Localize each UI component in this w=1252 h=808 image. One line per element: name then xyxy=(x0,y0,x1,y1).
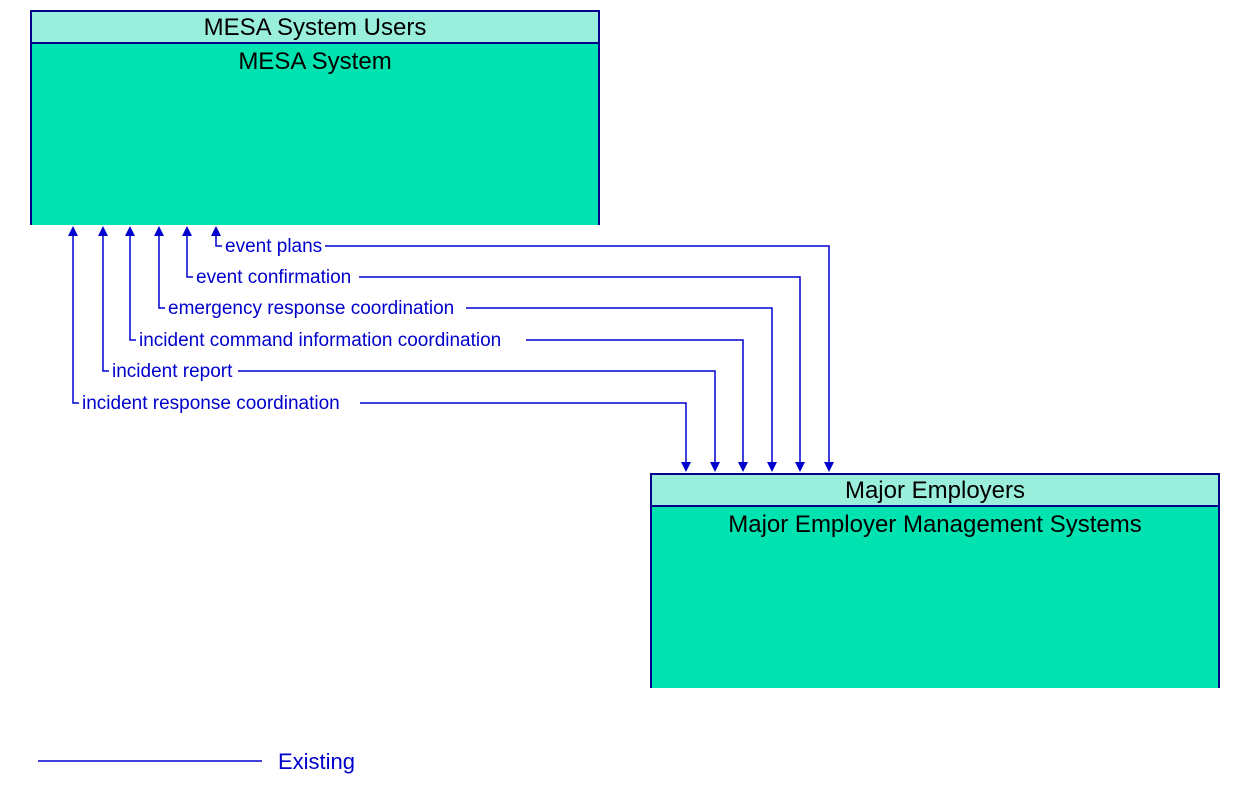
box-major-employer: Major Employers Major Employer Managemen… xyxy=(650,473,1220,688)
flow-label-event-plans: event plans xyxy=(225,236,322,258)
box-major-employer-header: Major Employers xyxy=(652,475,1218,507)
flow-label-event-confirmation: event confirmation xyxy=(196,267,351,289)
flow-label-incident-report: incident report xyxy=(112,361,232,383)
box-major-employer-body: Major Employer Management Systems xyxy=(652,507,1218,688)
flow-label-incident-command-information-coordination: incident command information coordinatio… xyxy=(139,330,501,352)
box-mesa-system-body: MESA System xyxy=(32,44,598,225)
box-mesa-system-header: MESA System Users xyxy=(32,12,598,44)
box-mesa-system: MESA System Users MESA System xyxy=(30,10,600,225)
flow-label-incident-response-coordination: incident response coordination xyxy=(82,393,340,415)
flow-label-emergency-response-coordination: emergency response coordination xyxy=(168,298,454,320)
legend-existing-label: Existing xyxy=(278,749,355,775)
